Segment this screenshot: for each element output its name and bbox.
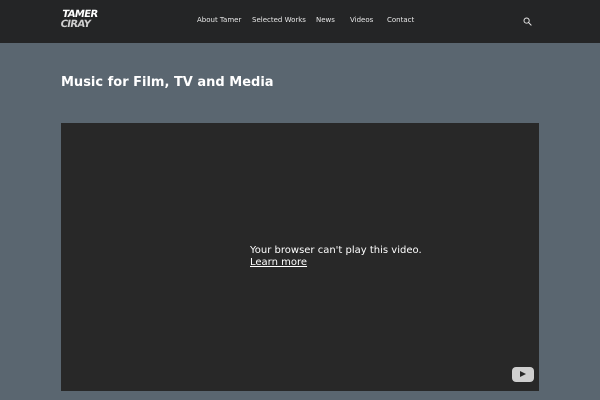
youtube-play-icon[interactable] <box>512 367 534 382</box>
video-error-message: Your browser can't play this video. Lear… <box>250 245 422 269</box>
nav-item-about-tamer[interactable]: About Tamer <box>197 16 241 24</box>
search-icon[interactable] <box>523 17 532 26</box>
nav-item-selected-works[interactable]: Selected Works <box>252 16 306 24</box>
site-header: TAMER CIRAY About Tamer Selected Works N… <box>0 0 600 43</box>
main-navigation: About Tamer Selected Works News Videos C… <box>0 0 600 43</box>
video-error-text: Your browser can't play this video. <box>250 245 422 256</box>
nav-item-contact[interactable]: Contact <box>387 16 414 24</box>
nav-item-videos[interactable]: Videos <box>350 16 373 24</box>
page-title: Music for Film, TV and Media <box>61 75 274 90</box>
video-player[interactable]: Your browser can't play this video. Lear… <box>61 123 539 391</box>
learn-more-link[interactable]: Learn more <box>250 257 422 269</box>
play-triangle-icon <box>520 371 526 377</box>
nav-item-news[interactable]: News <box>316 16 335 24</box>
